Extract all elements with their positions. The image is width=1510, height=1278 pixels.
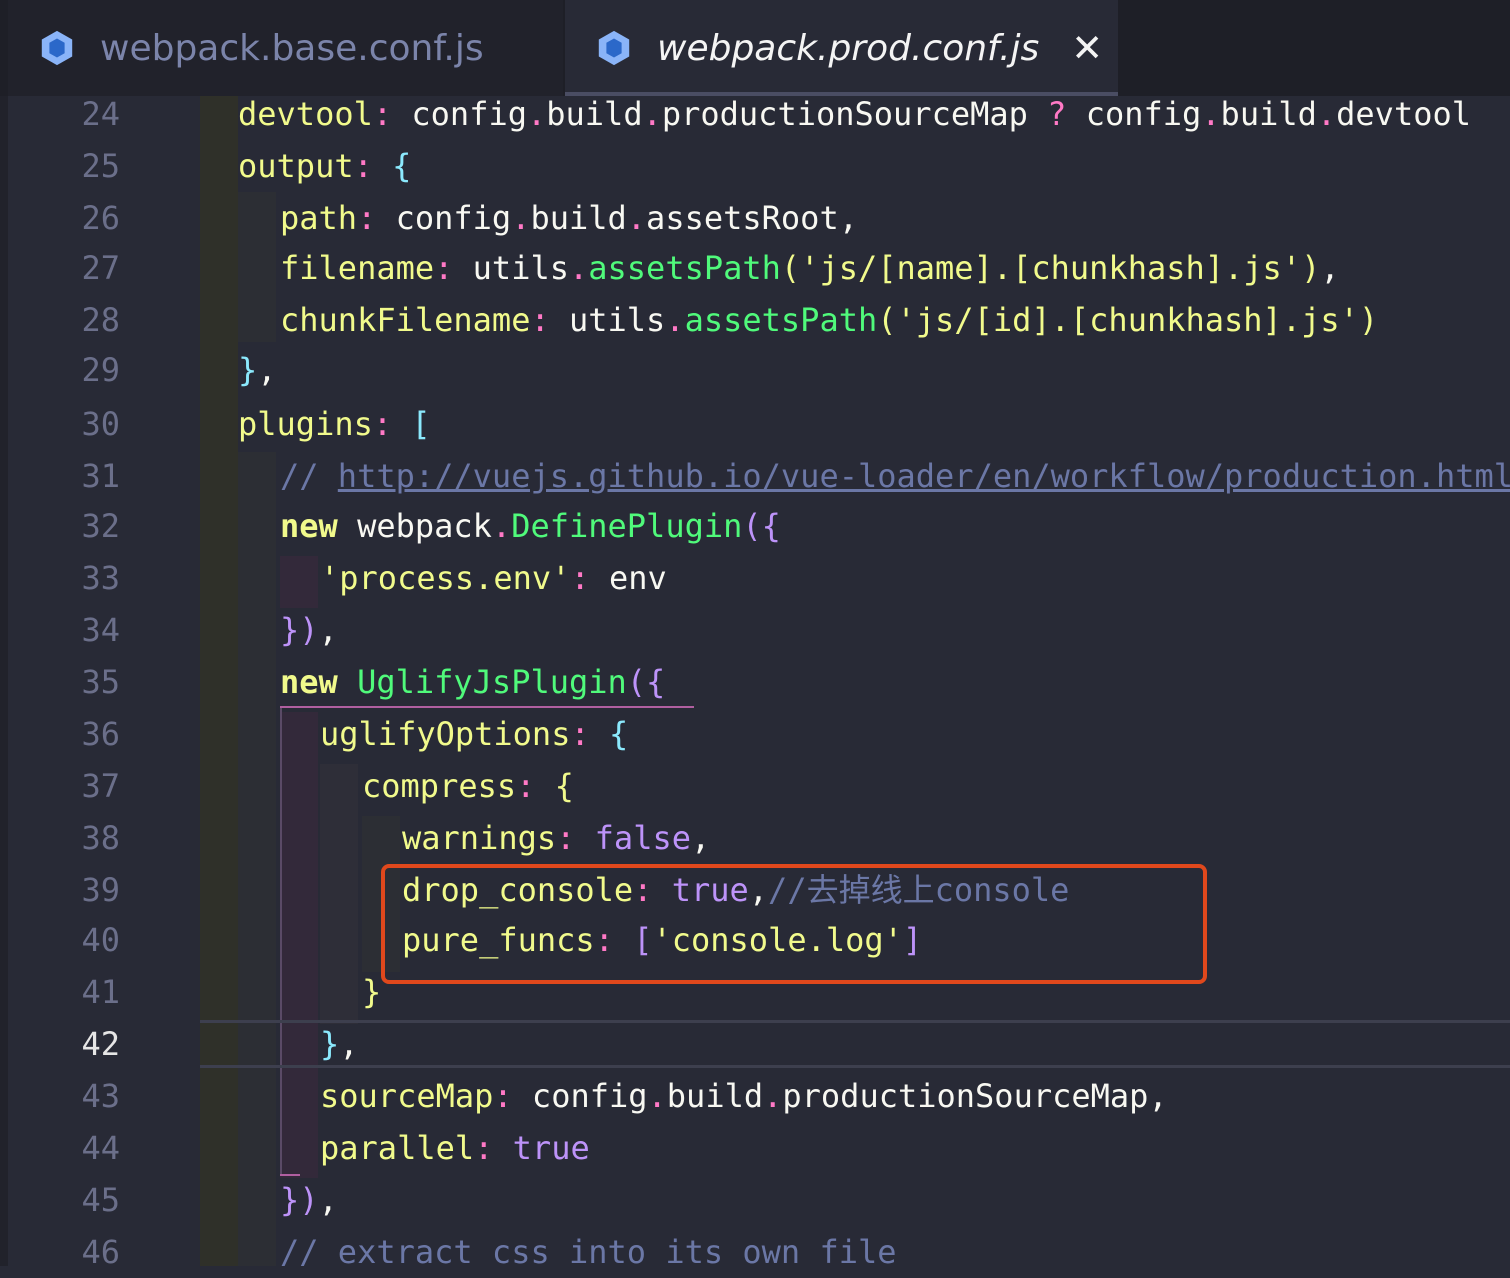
tab-webpack-base-conf[interactable]: webpack.base.conf.js bbox=[8, 0, 563, 96]
code-line-42: }, bbox=[320, 1025, 359, 1063]
tab-bar: webpack.base.conf.js webpack.prod.conf.j… bbox=[0, 0, 1510, 96]
code-line-45: }), bbox=[280, 1181, 338, 1219]
gutter-edge bbox=[0, 96, 8, 1266]
highlight-annotation-box bbox=[381, 864, 1207, 984]
line-number: 31 bbox=[81, 457, 120, 495]
line-number: 32 bbox=[81, 507, 120, 545]
code-line-33: 'process.env': env bbox=[320, 559, 667, 597]
code-line-36: uglifyOptions: { bbox=[320, 715, 629, 753]
code-line-44: parallel: true bbox=[320, 1129, 590, 1167]
line-number: 29 bbox=[81, 351, 120, 389]
line-number: 27 bbox=[81, 249, 120, 287]
bracket-guide bbox=[280, 708, 282, 1174]
code-line-29: }, bbox=[238, 351, 277, 389]
code-line-46: // extract css into its own file bbox=[280, 1233, 897, 1266]
code-line-37: compress: { bbox=[362, 767, 574, 805]
code-line-25: output: { bbox=[238, 147, 412, 185]
line-number: 33 bbox=[81, 559, 120, 597]
line-number: 43 bbox=[81, 1077, 120, 1115]
tab-label: webpack.base.conf.js bbox=[100, 27, 484, 69]
indent-guide bbox=[238, 192, 276, 342]
line-number: 36 bbox=[81, 715, 120, 753]
indent-guide bbox=[280, 712, 318, 1178]
indent-guide bbox=[200, 96, 238, 1266]
indent-guide bbox=[320, 764, 358, 1024]
line-number: 34 bbox=[81, 611, 120, 649]
line-number: 44 bbox=[81, 1129, 120, 1167]
code-line-31: // http://vuejs.github.io/vue-loader/en/… bbox=[280, 457, 1510, 495]
line-number: 46 bbox=[81, 1233, 120, 1271]
code-line-28: chunkFilename: utils.assetsPath('js/[id]… bbox=[280, 301, 1379, 339]
code-line-30: plugins: [ bbox=[238, 405, 431, 443]
line-number: 39 bbox=[81, 871, 120, 909]
line-number: 24 bbox=[81, 95, 120, 133]
line-number: 37 bbox=[81, 767, 120, 805]
current-line-highlight bbox=[200, 1020, 1510, 1068]
code-editor[interactable]: devtool: config.build.productionSourceMa… bbox=[200, 96, 1510, 1266]
code-line-34: }), bbox=[280, 611, 338, 649]
code-line-27: filename: utils.assetsPath('js/[name].[c… bbox=[280, 249, 1340, 287]
line-number: 35 bbox=[81, 663, 120, 701]
line-number: 42 bbox=[81, 1025, 120, 1063]
indent-guide bbox=[238, 452, 276, 1266]
line-number: 40 bbox=[81, 921, 120, 959]
indent-guide bbox=[280, 556, 318, 608]
code-line-43: sourceMap: config.build.productionSource… bbox=[320, 1077, 1168, 1115]
line-number-gutter: 24 25 26 27 28 29 30 31 32 33 34 35 36 37 38 39 40 41 42 43… bbox=[0, 95, 200, 1271]
tab-webpack-prod-conf[interactable]: webpack.prod.conf.js ✕ bbox=[565, 0, 1118, 96]
tab-label: webpack.prod.conf.js bbox=[657, 27, 1040, 69]
code-line-38: warnings: false, bbox=[402, 819, 711, 857]
line-number: 25 bbox=[81, 147, 120, 185]
line-number: 26 bbox=[81, 199, 120, 237]
line-number: 41 bbox=[81, 973, 120, 1011]
code-line-24: devtool: config.build.productionSourceMa… bbox=[238, 96, 1471, 133]
code-line-32: new webpack.DefinePlugin({ bbox=[280, 507, 781, 545]
line-number: 28 bbox=[81, 301, 120, 339]
close-icon[interactable]: ✕ bbox=[1071, 26, 1103, 70]
webpack-file-icon bbox=[598, 30, 630, 66]
code-line-35: new UglifyJsPlugin({ bbox=[280, 663, 666, 701]
code-line-41: } bbox=[362, 973, 382, 1011]
code-line-26: path: config.build.assetsRoot, bbox=[280, 199, 858, 237]
line-number: 38 bbox=[81, 819, 120, 857]
line-number: 30 bbox=[81, 405, 120, 443]
webpack-file-icon bbox=[41, 30, 73, 66]
line-number: 45 bbox=[81, 1181, 120, 1219]
